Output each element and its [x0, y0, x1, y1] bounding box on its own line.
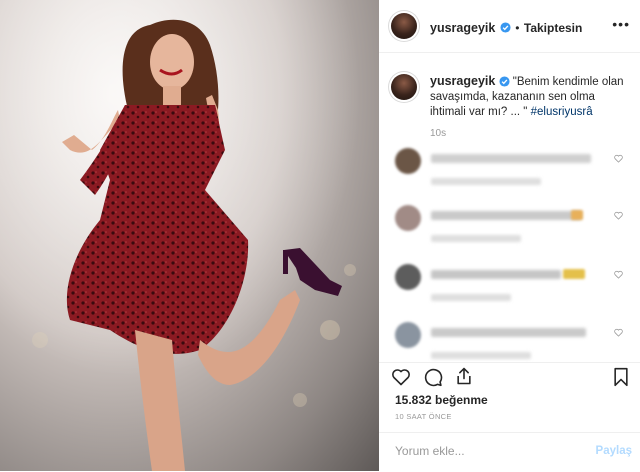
post-timestamp[interactable]: 10 SAAT ÖNCE: [395, 412, 452, 421]
comment-meta-blurred: [431, 178, 541, 185]
comment-text-blurred: [431, 270, 561, 279]
action-bar: [379, 362, 640, 391]
comment-emoji-blurred: [571, 210, 583, 220]
header-username[interactable]: yusrageyik: [430, 21, 495, 35]
comment-like-icon[interactable]: [614, 154, 623, 163]
comment-avatar[interactable]: [395, 322, 421, 348]
post-comment-button[interactable]: Paylaş: [596, 445, 632, 457]
comment-text-blurred: [431, 154, 591, 163]
comment-icon[interactable]: [423, 367, 443, 387]
caption-time: 10s: [430, 128, 447, 139]
comment-like-icon[interactable]: [614, 270, 623, 279]
comment-like-icon[interactable]: [614, 328, 623, 337]
heart-icon[interactable]: [391, 367, 411, 387]
comment-item: [395, 264, 627, 314]
comment-meta-blurred: [431, 294, 511, 301]
comment-item: [395, 205, 627, 255]
comment-meta-blurred: [431, 235, 521, 242]
comment-text-blurred: [431, 328, 586, 337]
caption-hashtag[interactable]: #elusriyusrâ: [531, 106, 593, 118]
post-header: yusrageyik • Takiptesin •••: [379, 0, 640, 53]
comment-like-icon[interactable]: [614, 211, 623, 220]
post-side-panel: yusrageyik • Takiptesin ••• yusrageyik "…: [379, 0, 640, 471]
header-separator: •: [515, 21, 520, 35]
post-image[interactable]: [0, 0, 379, 471]
header-avatar[interactable]: [391, 13, 417, 39]
verified-badge-icon: [498, 76, 510, 88]
verified-badge-icon: [500, 22, 511, 33]
comment-avatar[interactable]: [395, 264, 421, 290]
comment-emoji-blurred: [563, 269, 585, 279]
likes-count[interactable]: 15.832 beğenme: [395, 393, 488, 407]
post-caption: yusrageyik "Benim kendimle olan savaşımd…: [430, 74, 630, 120]
share-icon[interactable]: [454, 366, 474, 386]
comment-avatar[interactable]: [395, 205, 421, 231]
comment-input[interactable]: [393, 443, 577, 459]
comment-text-blurred: [431, 211, 581, 220]
caption-username[interactable]: yusrageyik: [430, 74, 495, 88]
caption-avatar[interactable]: [391, 74, 417, 100]
add-comment-bar: Paylaş: [379, 432, 640, 472]
comment-meta-blurred: [431, 352, 531, 359]
comment-avatar[interactable]: [395, 148, 421, 174]
bookmark-icon[interactable]: [612, 367, 630, 387]
more-options-icon[interactable]: •••: [612, 16, 630, 32]
post-photo-illustration: [0, 0, 379, 471]
comment-item: [395, 148, 627, 198]
following-button[interactable]: Takiptesin: [524, 21, 582, 35]
